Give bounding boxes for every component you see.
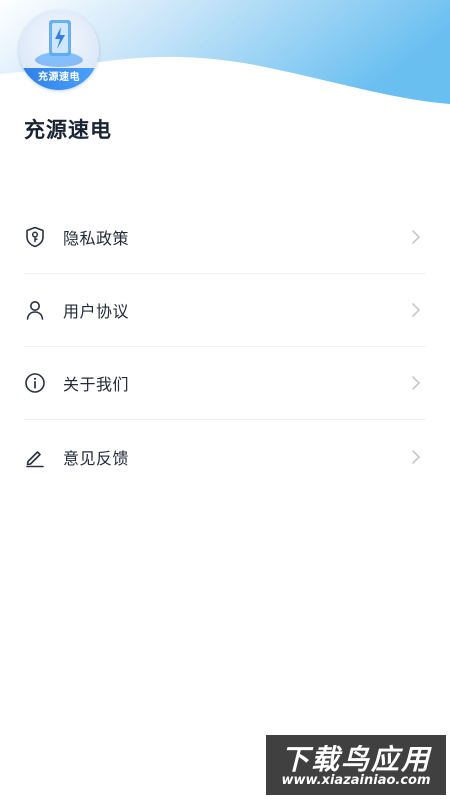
chevron-right-icon (412, 230, 420, 244)
menu-item-about-us[interactable]: 关于我们 (24, 347, 426, 420)
watermark: 下载鸟应用 www.xiazainiao.com (266, 735, 446, 795)
watermark-url: www.xiazainiao.com (281, 773, 431, 788)
person-icon (24, 299, 46, 321)
menu-item-label: 用户协议 (63, 302, 130, 321)
app-logo: 充源速电 (19, 10, 99, 90)
chevron-right-icon (412, 376, 420, 390)
chevron-right-icon (412, 449, 420, 464)
pen-icon (24, 446, 46, 468)
shield-key-icon (24, 226, 46, 248)
watermark-title: 下载鸟应用 (280, 743, 431, 776)
menu-item-user-agreement[interactable]: 用户协议 (24, 274, 426, 347)
menu-item-feedback[interactable]: 意见反馈 (24, 420, 426, 493)
logo-label: 充源速电 (19, 68, 99, 90)
menu-item-label: 关于我们 (63, 375, 130, 394)
menu-item-label: 隐私政策 (63, 229, 130, 248)
info-icon (24, 372, 46, 394)
settings-menu: 隐私政策 用户协议 关于我们 意见反馈 (24, 201, 426, 493)
menu-item-privacy-policy[interactable]: 隐私政策 (24, 201, 426, 274)
menu-item-label: 意见反馈 (63, 448, 130, 468)
page-title: 充源速电 (24, 118, 112, 142)
chevron-right-icon (412, 303, 420, 317)
